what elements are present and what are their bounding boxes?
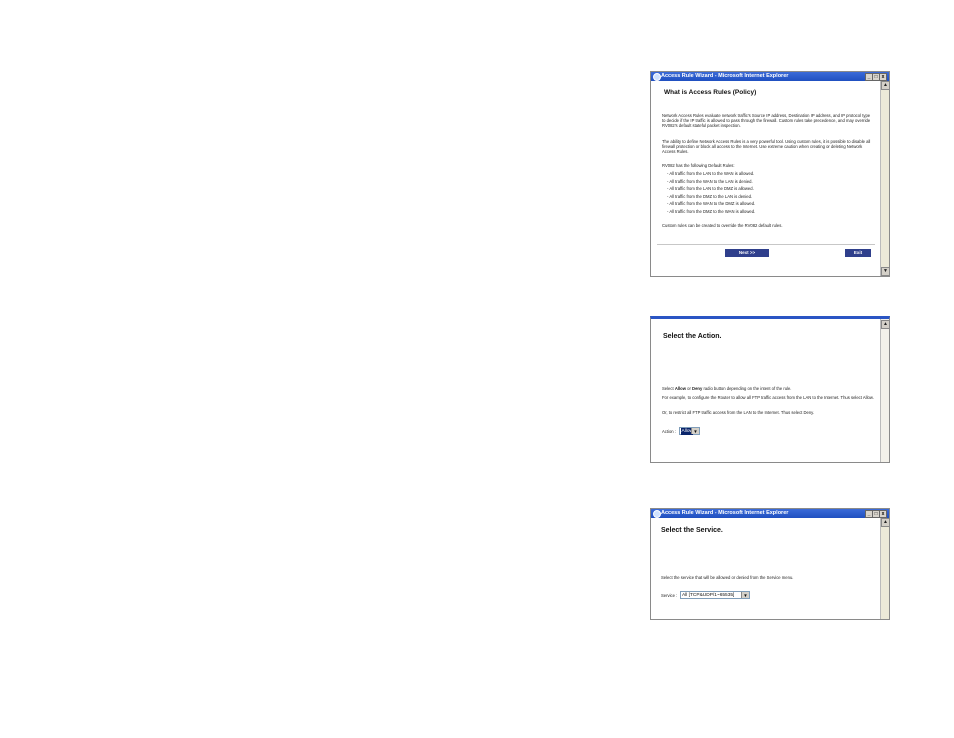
example-deny-text: Or, to restrict all FTP traffic access f… — [662, 410, 815, 415]
window-content: What is Access Rules (Policy) Network Ac… — [651, 81, 881, 276]
vertical-scrollbar[interactable]: ▲ ▼ — [880, 81, 889, 276]
scroll-up-icon[interactable]: ▲ — [881, 320, 889, 329]
internet-explorer-icon — [653, 510, 661, 518]
window-title: Access Rule Wizard - Microsoft Internet … — [661, 73, 789, 79]
rule-item: - All traffic from the DMZ to the LAN is… — [667, 193, 753, 199]
vertical-scrollbar[interactable]: ▲ — [880, 518, 889, 619]
rule-item: - All traffic from the WAN to the DMZ is… — [667, 201, 756, 206]
window-title: Access Rule Wizard - Microsoft Internet … — [661, 510, 789, 516]
window-titlebar[interactable]: Access Rule Wizard - Microsoft Internet … — [651, 509, 889, 518]
divider — [657, 244, 875, 245]
close-button[interactable]: x — [879, 510, 887, 518]
window-content: Select the Action. Select Allow or Deny … — [651, 319, 881, 462]
instruction-text: Select — [662, 386, 675, 391]
instruction-text: radio button depending on the intent of … — [702, 386, 792, 391]
custom-rules-note: Custom rules can be created to override … — [662, 223, 783, 228]
chevron-down-icon[interactable]: ▼ — [691, 428, 699, 434]
access-rules-policy-window: Access Rule Wizard - Microsoft Internet … — [650, 71, 890, 277]
internet-explorer-icon — [653, 73, 661, 81]
service-instruction: Select the service that will be allowed … — [661, 575, 794, 580]
scroll-up-icon[interactable]: ▲ — [881, 518, 889, 527]
rule-item: - All traffic from the LAN to the DMZ is… — [667, 186, 754, 191]
chevron-down-icon[interactable]: ▼ — [741, 592, 749, 598]
action-select[interactable]: Allow ▼ — [679, 427, 700, 435]
scroll-up-icon[interactable]: ▲ — [881, 81, 889, 90]
scroll-down-icon[interactable]: ▼ — [881, 267, 889, 276]
page-title: What is Access Rules (Policy) — [664, 89, 757, 96]
action-label: Action : — [662, 429, 676, 434]
rule-item: - All traffic from the LAN to the WAN is… — [667, 171, 755, 176]
page-title: Select the Service. — [661, 527, 723, 534]
window-content: Select the Service. Select the service t… — [651, 518, 881, 619]
exit-button[interactable]: Exit — [845, 249, 871, 257]
service-label: Service : — [661, 593, 678, 598]
select-action-window: Select the Action. Select Allow or Deny … — [650, 316, 890, 463]
default-rules-intro: RV082 has the following Default Rules: — [662, 163, 735, 168]
deny-keyword: Deny — [692, 386, 703, 391]
slide-page: { "window1": { "title": "Access Rule Wiz… — [0, 0, 954, 738]
rule-item: - All traffic from the WAN to the LAN is… — [667, 178, 753, 184]
instruction-line: Select Allow or Deny radio button depend… — [662, 386, 882, 391]
close-button[interactable]: x — [879, 73, 887, 81]
service-selected-value: All [TCP&UDP/1~65535] — [682, 593, 735, 598]
rule-item: - All traffic from the DMZ to the WAN is… — [667, 208, 756, 214]
allow-keyword: Allow — [674, 386, 686, 391]
service-select[interactable]: All [TCP&UDP/1~65535] ▼ — [680, 591, 750, 599]
vertical-scrollbar[interactable]: ▲ — [880, 319, 889, 462]
example-allow-text: For example, to configure the Router to … — [662, 395, 874, 400]
next-button[interactable]: Next >> — [725, 249, 769, 257]
page-title: Select the Action. — [663, 333, 722, 340]
paragraph-intro: Network Access Rules evaluate network tr… — [662, 113, 871, 129]
window-titlebar[interactable]: Access Rule Wizard - Microsoft Internet … — [651, 72, 889, 81]
select-service-window: Access Rule Wizard - Microsoft Internet … — [650, 508, 890, 620]
paragraph-warning: The ability to define Network Access Rul… — [662, 139, 871, 155]
